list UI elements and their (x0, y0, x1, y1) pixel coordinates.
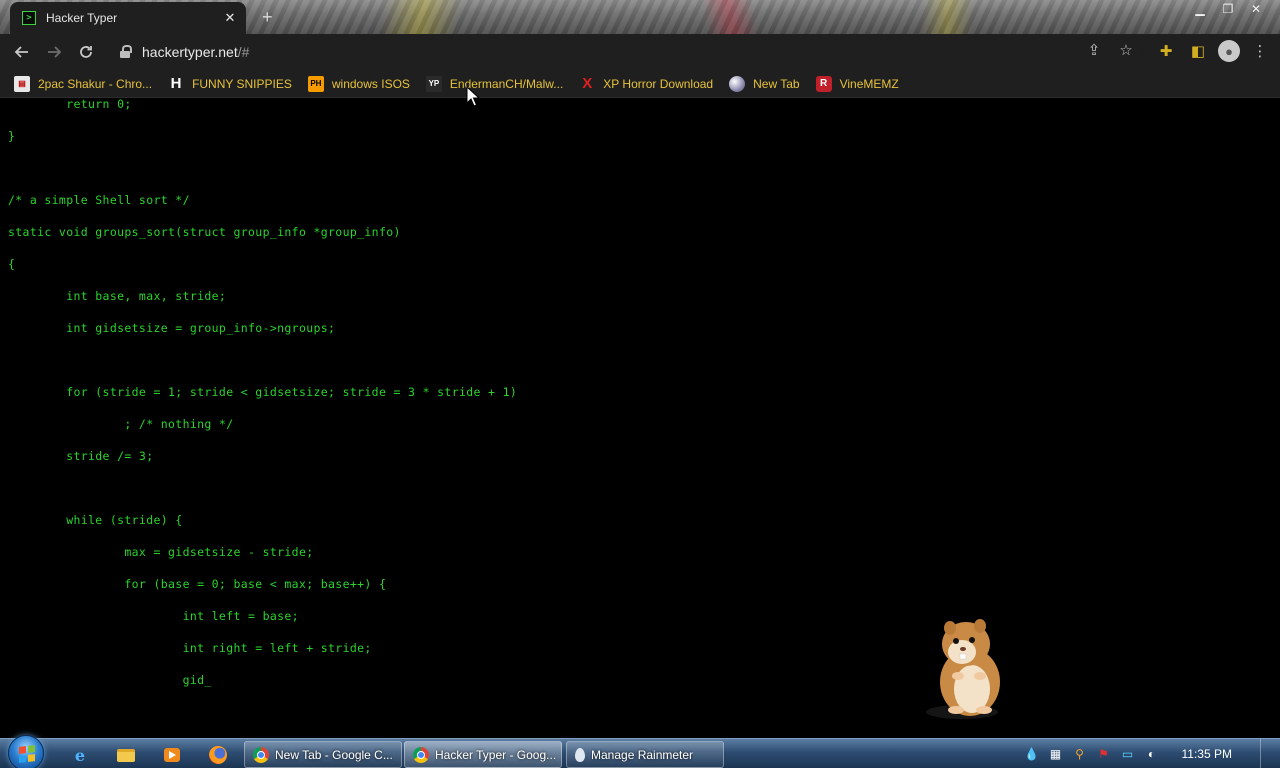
bookmark-label: windows ISOS (331, 76, 410, 91)
code-line: for (base = 0; base < max; base++) { (8, 577, 387, 591)
rainmeter-drop-icon (575, 747, 585, 762)
network-icon[interactable]: ▭ (1120, 746, 1136, 762)
code-line: int right = left + stride; (8, 641, 372, 655)
flag-icon[interactable]: ⚑ (1096, 746, 1112, 762)
code-line: while (stride) { (8, 513, 183, 527)
rainmeter-tray-icon[interactable]: 💧 (1024, 746, 1040, 762)
bookmark-endermanch[interactable]: YP EndermanCH/Malw... (425, 75, 563, 92)
back-button[interactable] (6, 36, 38, 68)
terminal-favicon-icon: > (22, 11, 36, 25)
code-line: gid_ (8, 673, 212, 687)
lock-icon[interactable] (120, 45, 132, 59)
minimize-icon[interactable]: ▁ (1186, 0, 1214, 18)
taskbar-item-label: New Tab - Google C... (275, 747, 393, 762)
code-line: ; /* nothing */ (8, 417, 234, 431)
taskbar-item-rainmeter[interactable]: Manage Rainmeter (566, 741, 724, 768)
taskbar-item-hacker-typer[interactable]: Hacker Typer - Goog... (404, 741, 562, 768)
h-favicon-icon: H (170, 75, 182, 92)
bookmark-label: FUNNY SNIPPIES (192, 76, 292, 91)
firefox-icon[interactable] (202, 743, 234, 767)
bookmark-new-tab[interactable]: New Tab (729, 75, 800, 92)
extensions-puzzle-icon[interactable]: ✚ (1154, 38, 1178, 64)
bookmark-star-icon[interactable]: ☆ (1116, 41, 1136, 59)
x-favicon-icon: X (582, 75, 593, 92)
bookmark-xp-horror[interactable]: X XP Horror Download (579, 75, 714, 92)
code-line: static void groups_sort(struct group_inf… (8, 225, 401, 239)
more-menu-icon[interactable]: ⋮ (1248, 38, 1272, 64)
new-tab-button[interactable]: + (262, 7, 273, 28)
reload-icon (80, 46, 92, 58)
browser-toolbar: hackertyper.net/# ⇪ ☆ ✚ ◧ ● ⋮ (0, 34, 1280, 70)
url-host: hackertyper.net (142, 44, 238, 60)
search-tray-icon[interactable]: ⚲ (1072, 746, 1088, 762)
show-desktop-button[interactable] (1260, 739, 1274, 768)
ph-favicon-icon: PH (307, 75, 324, 92)
taskbar-item-label: Hacker Typer - Goog... (435, 747, 557, 762)
address-bar[interactable]: hackertyper.net/# ⇪ ☆ (108, 37, 1144, 67)
system-tray: 💧 ▦ ⚲ ⚑ ▭ ◐ 11:35 PM (1024, 739, 1274, 768)
title-bar: > Hacker Typer ✕ + ▁ ❐ ✕ (0, 0, 1280, 34)
media-player-icon[interactable] (156, 743, 188, 767)
tray-app-icon[interactable]: ▦ (1048, 746, 1064, 762)
code-line: for (stride = 1; stride < gidsetsize; st… (8, 385, 518, 399)
code-line: int gidsetsize = group_info->ngroups; (8, 321, 336, 335)
code-line: { (8, 257, 16, 271)
arrow-right-icon (48, 46, 62, 58)
code-line: int base, max, stride; (8, 289, 227, 303)
reload-button[interactable] (70, 36, 102, 68)
yp-favicon-icon: YP (425, 75, 442, 92)
share-icon[interactable]: ⇪ (1084, 41, 1104, 59)
close-window-icon[interactable]: ✕ (1242, 0, 1270, 18)
bookmark-label: XP Horror Download (603, 76, 714, 91)
bookmark-label: New Tab (753, 76, 800, 91)
bookmark-2pac[interactable]: ▤ 2pac Shakur - Chro... (14, 75, 153, 92)
code-line: stride /= 3; (8, 449, 154, 463)
ball-favicon-icon (729, 75, 746, 92)
volume-icon[interactable]: ◐ (1144, 746, 1160, 762)
code-line: /* a simple Shell sort */ (8, 193, 190, 207)
tab-hacker-typer[interactable]: > Hacker Typer ✕ (10, 2, 246, 34)
file-explorer-icon[interactable] (110, 743, 142, 767)
2pac-favicon-icon: ▤ (14, 75, 30, 92)
restore-icon[interactable]: ❐ (1214, 0, 1242, 18)
bookmark-funny-snippies[interactable]: H FUNNY SNIPPIES (168, 75, 292, 92)
forward-button[interactable] (38, 36, 70, 68)
taskbar-item-label: Manage Rainmeter (591, 747, 694, 762)
start-button[interactable] (8, 735, 44, 768)
hamster-desktop-pet-icon[interactable] (920, 614, 1010, 720)
side-panel-icon[interactable]: ◧ (1186, 38, 1210, 64)
window-controls: ▁ ❐ ✕ (1186, 0, 1270, 18)
code-line: max = gidsetsize - stride; (8, 545, 314, 559)
code-line: int left = base; (8, 609, 299, 623)
url-path: /# (237, 44, 250, 60)
tab-title: Hacker Typer (46, 11, 118, 25)
taskbar-item-new-tab[interactable]: New Tab - Google C... (244, 741, 402, 768)
close-tab-icon[interactable]: ✕ (222, 10, 238, 26)
bookmark-label: 2pac Shakur - Chro... (38, 76, 153, 91)
internet-explorer-icon[interactable]: e (64, 743, 96, 767)
chrome-icon (253, 746, 269, 763)
bookmark-vinememz[interactable]: R VineMEMZ (815, 75, 899, 92)
bookmark-label: VineMEMZ (839, 76, 899, 91)
hacker-typer-console[interactable]: return 0; } /* a simple Shell sort */ st… (0, 99, 1280, 739)
bookmarks-bar: ▤ 2pac Shakur - Chro... H FUNNY SNIPPIES… (0, 70, 1280, 98)
profile-avatar-icon[interactable]: ● (1218, 40, 1240, 62)
chrome-icon (413, 746, 429, 763)
taskbar-clock[interactable]: 11:35 PM (1182, 747, 1232, 761)
r-favicon-icon: R (815, 75, 832, 92)
bookmark-windows-isos[interactable]: PH windows ISOS (307, 75, 410, 92)
arrow-left-icon (14, 46, 28, 58)
mouse-pointer-icon (466, 86, 480, 107)
windows-taskbar: e New Tab - Google C... Hacker Typer - G… (0, 735, 1280, 768)
code-line: } (8, 129, 16, 143)
code-line: return 0; (8, 99, 132, 111)
